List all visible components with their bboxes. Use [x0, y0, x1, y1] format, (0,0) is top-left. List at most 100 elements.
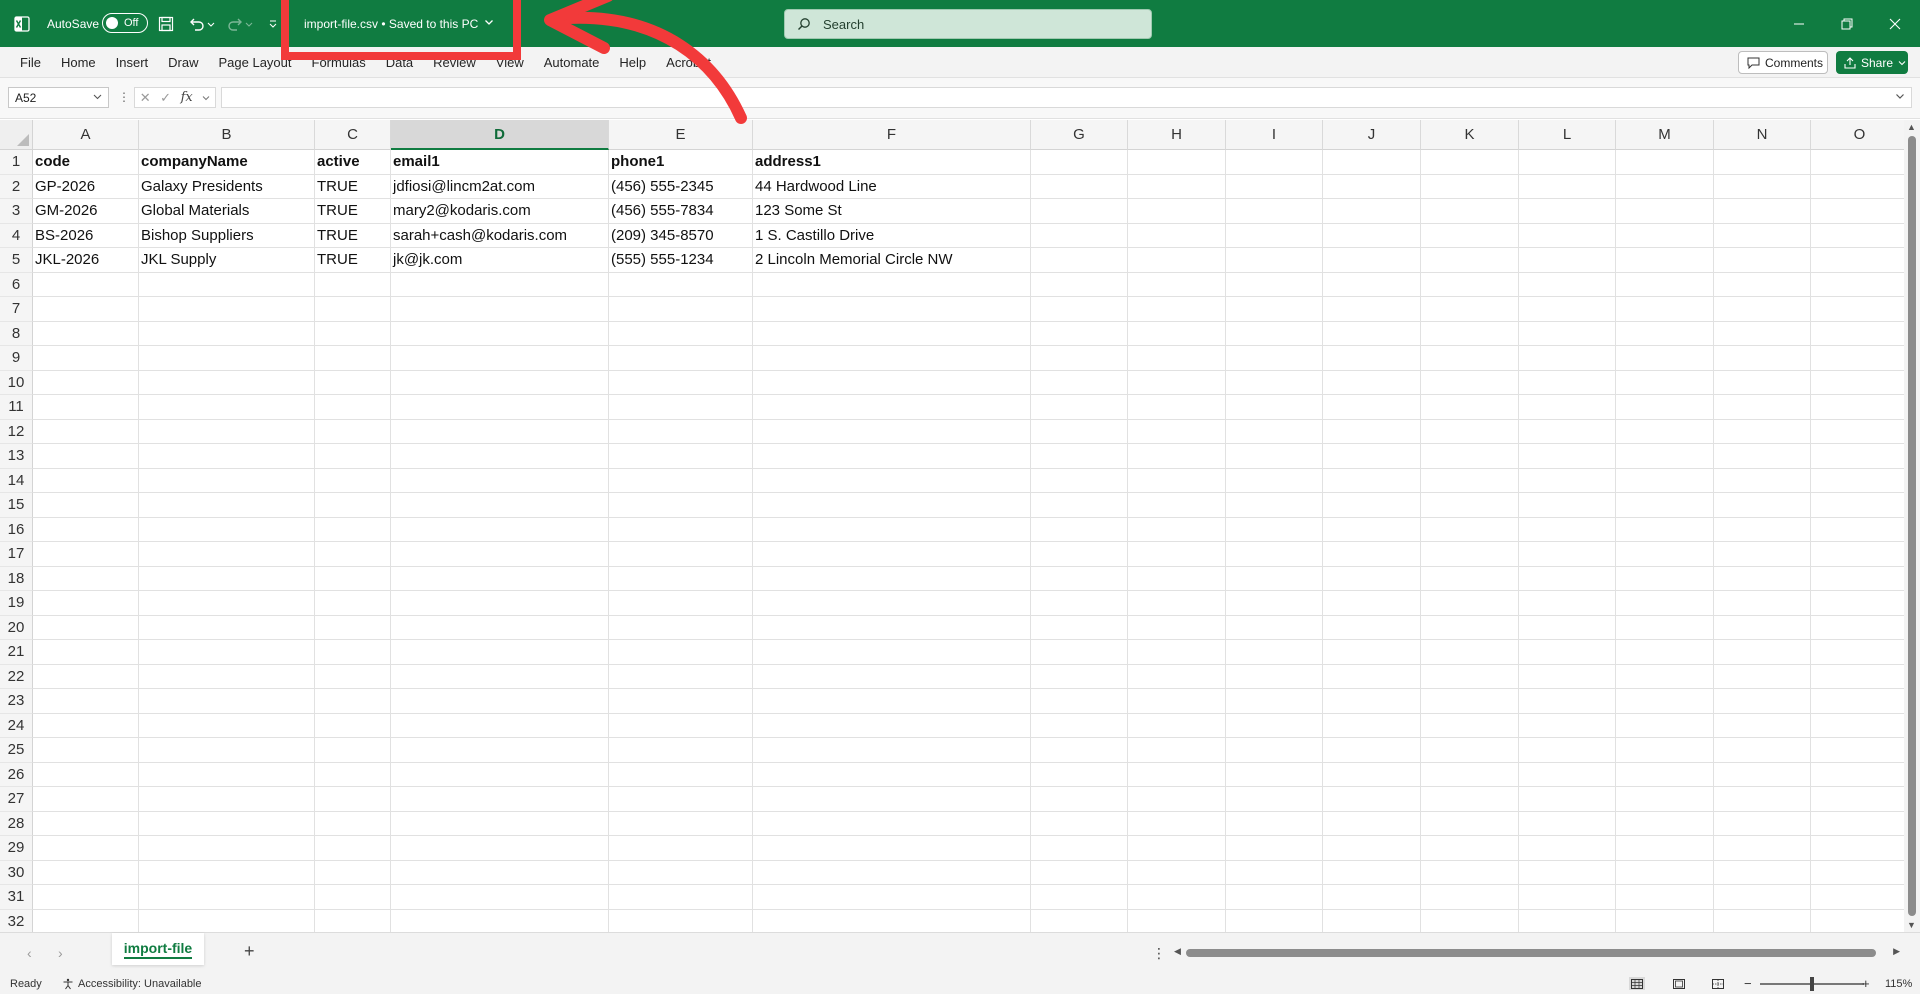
cell-n1[interactable] [1714, 150, 1811, 175]
cell-b18[interactable] [139, 566, 315, 591]
cell-e17[interactable] [609, 542, 753, 567]
cell-j18[interactable] [1323, 566, 1421, 591]
page-break-view-icon[interactable] [1710, 977, 1726, 990]
cell-f23[interactable] [753, 689, 1031, 714]
cell-h7[interactable] [1128, 297, 1226, 322]
cell-j1[interactable] [1323, 150, 1421, 175]
save-icon[interactable] [158, 0, 174, 47]
column-header-a[interactable]: A [33, 120, 139, 150]
cell-f2[interactable]: 44 Hardwood Line [753, 174, 1031, 199]
cell-i1[interactable] [1226, 150, 1323, 175]
cell-k7[interactable] [1421, 297, 1519, 322]
cell-n21[interactable] [1714, 640, 1811, 665]
cell-k23[interactable] [1421, 689, 1519, 714]
row-header[interactable]: 28 [0, 811, 33, 836]
cell-o31[interactable] [1811, 885, 1904, 910]
row-header[interactable]: 32 [0, 909, 33, 932]
cell-g5[interactable] [1031, 248, 1128, 273]
cell-a20[interactable] [33, 615, 139, 640]
cell-a1[interactable]: code [33, 150, 139, 175]
cell-k27[interactable] [1421, 787, 1519, 812]
cell-j28[interactable] [1323, 811, 1421, 836]
cell-c31[interactable] [315, 885, 391, 910]
cell-l2[interactable] [1519, 174, 1616, 199]
cell-e26[interactable] [609, 762, 753, 787]
cell-a30[interactable] [33, 860, 139, 885]
cell-a32[interactable] [33, 909, 139, 932]
cell-h8[interactable] [1128, 321, 1226, 346]
cell-j4[interactable] [1323, 223, 1421, 248]
cell-n4[interactable] [1714, 223, 1811, 248]
page-layout-view-icon[interactable] [1671, 977, 1687, 990]
cell-a9[interactable] [33, 346, 139, 371]
cell-m19[interactable] [1616, 591, 1714, 616]
cell-j25[interactable] [1323, 738, 1421, 763]
cell-m10[interactable] [1616, 370, 1714, 395]
column-header-o[interactable]: O [1811, 120, 1904, 150]
cell-f29[interactable] [753, 836, 1031, 861]
cell-f19[interactable] [753, 591, 1031, 616]
cell-a7[interactable] [33, 297, 139, 322]
cell-k3[interactable] [1421, 199, 1519, 224]
cell-f6[interactable] [753, 272, 1031, 297]
cell-n7[interactable] [1714, 297, 1811, 322]
tab-insert[interactable]: Insert [106, 55, 159, 70]
row-header[interactable]: 1 [0, 150, 33, 175]
cell-g18[interactable] [1031, 566, 1128, 591]
cell-n27[interactable] [1714, 787, 1811, 812]
cell-o27[interactable] [1811, 787, 1904, 812]
cell-k20[interactable] [1421, 615, 1519, 640]
cell-b23[interactable] [139, 689, 315, 714]
cell-h29[interactable] [1128, 836, 1226, 861]
cell-o28[interactable] [1811, 812, 1904, 836]
cell-e19[interactable] [609, 591, 753, 616]
cell-e13[interactable] [609, 444, 753, 469]
cell-a24[interactable] [33, 713, 139, 738]
row-header[interactable]: 26 [0, 762, 33, 787]
cell-a25[interactable] [33, 738, 139, 763]
redo-icon[interactable] [226, 0, 254, 47]
cell-l7[interactable] [1519, 297, 1616, 322]
row-header[interactable]: 8 [0, 321, 33, 346]
cell-c1[interactable]: active [315, 150, 391, 175]
cell-b12[interactable] [139, 419, 315, 444]
cell-i7[interactable] [1226, 297, 1323, 322]
cell-o8[interactable] [1811, 322, 1904, 346]
row-header[interactable]: 13 [0, 444, 33, 469]
cell-i18[interactable] [1226, 566, 1323, 591]
cell-l27[interactable] [1519, 787, 1616, 812]
cell-n22[interactable] [1714, 664, 1811, 689]
cell-c29[interactable] [315, 836, 391, 861]
cell-o21[interactable] [1811, 640, 1904, 665]
cell-m31[interactable] [1616, 885, 1714, 910]
cell-l18[interactable] [1519, 566, 1616, 591]
cell-e27[interactable] [609, 787, 753, 812]
cell-e22[interactable] [609, 664, 753, 689]
cell-j6[interactable] [1323, 272, 1421, 297]
cell-f17[interactable] [753, 542, 1031, 567]
row-header[interactable]: 19 [0, 591, 33, 616]
cell-l4[interactable] [1519, 223, 1616, 248]
cell-e6[interactable] [609, 272, 753, 297]
cell-j30[interactable] [1323, 860, 1421, 885]
cell-g1[interactable] [1031, 150, 1128, 175]
cell-g10[interactable] [1031, 370, 1128, 395]
name-box[interactable]: A52 [8, 87, 109, 108]
cell-o20[interactable] [1811, 616, 1904, 640]
cell-e1[interactable]: phone1 [609, 150, 753, 175]
sheet-tab-import-file[interactable]: import-file [112, 933, 204, 965]
zoom-level[interactable]: 115% [1885, 978, 1912, 990]
cell-b14[interactable] [139, 468, 315, 493]
cell-g16[interactable] [1031, 517, 1128, 542]
cell-d1[interactable]: email1 [391, 150, 609, 175]
cell-n25[interactable] [1714, 738, 1811, 763]
cell-d26[interactable] [391, 762, 609, 787]
cell-b26[interactable] [139, 762, 315, 787]
cell-l24[interactable] [1519, 713, 1616, 738]
search-box[interactable]: Search [784, 9, 1152, 39]
cell-e5[interactable]: (555) 555-1234 [609, 248, 753, 273]
cell-d30[interactable] [391, 860, 609, 885]
minimize-button[interactable] [1776, 0, 1822, 47]
cell-g4[interactable] [1031, 223, 1128, 248]
cell-j23[interactable] [1323, 689, 1421, 714]
